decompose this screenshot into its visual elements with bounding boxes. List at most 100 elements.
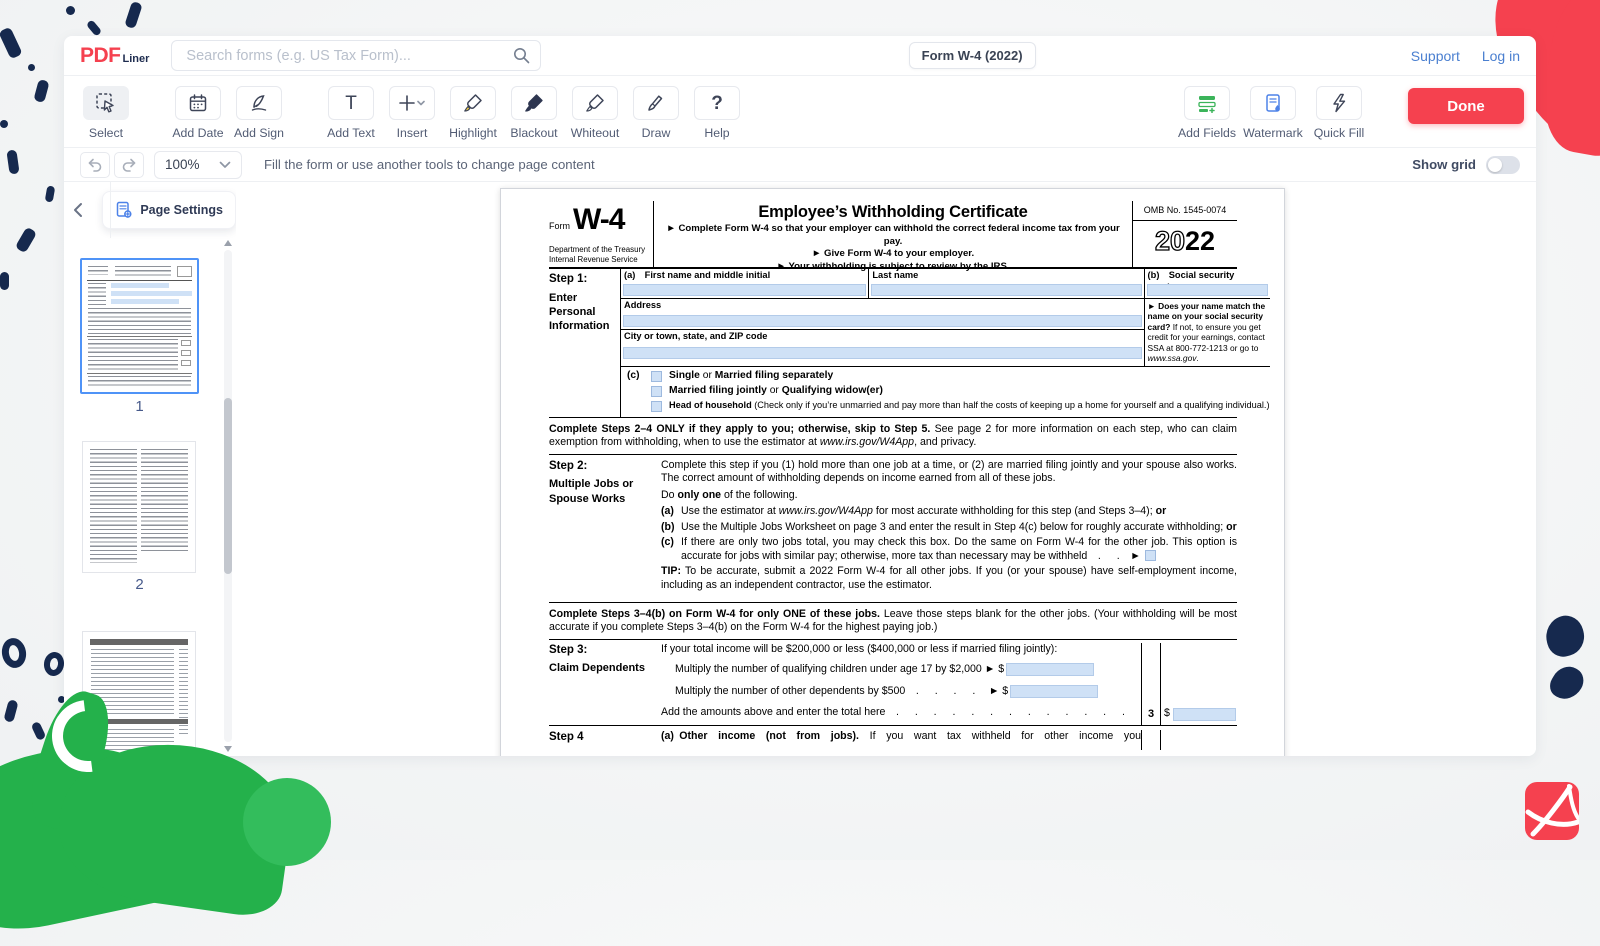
sidebar-scrollbar-thumb[interactable]	[224, 398, 232, 574]
zoom-level-select[interactable]: 100%	[154, 151, 242, 179]
chevron-left-icon	[73, 202, 83, 218]
zoom-level-value: 100%	[165, 157, 200, 172]
two-jobs-checkbox[interactable]	[1145, 550, 1156, 561]
page-thumbnail-2[interactable]	[82, 441, 196, 573]
tool-insert[interactable]: Insert	[386, 86, 438, 140]
chevron-down-icon	[418, 102, 424, 105]
tool-watermark[interactable]: Watermark	[1240, 86, 1306, 140]
city-state-zip-label: City or town, state, and ZIP code	[624, 331, 1141, 343]
dept-line-1: Department of the Treasury	[549, 245, 653, 255]
document-title-badge: Form W-4 (2022)	[909, 42, 1036, 69]
redo-button[interactable]	[114, 152, 144, 178]
step1-sublabel: Enter Personal Information	[549, 291, 618, 334]
last-name-label: Last name	[872, 270, 1140, 282]
undo-button[interactable]	[80, 152, 110, 178]
page-settings-icon	[115, 201, 133, 219]
tool-add-sign[interactable]: Add Sign	[233, 86, 285, 140]
form-instruction-2: ► Give Form W-4 to your employer.	[659, 248, 1127, 260]
city-state-zip-field[interactable]	[623, 347, 1142, 359]
search-bar[interactable]	[171, 40, 541, 71]
calendar-icon	[188, 93, 208, 113]
tool-quick-fill[interactable]: Quick Fill	[1306, 86, 1372, 140]
logo-pdf-text: PDF	[80, 44, 121, 68]
step2c-text: If there are only two jobs total, you ma…	[681, 536, 1237, 563]
signature-pen-icon	[249, 93, 269, 113]
step3-dollar-sign: $	[1164, 707, 1170, 721]
steps-2-4-note: Complete Steps 2–4 ONLY if they apply to…	[549, 423, 1237, 450]
redo-icon	[121, 158, 137, 172]
search-icon[interactable]	[513, 47, 530, 64]
page-number-1: 1	[80, 398, 199, 415]
step3-row-number: 3	[1141, 643, 1161, 725]
tool-add-text[interactable]: T Add Text	[325, 86, 377, 140]
step3-sublabel: Claim Dependents	[549, 661, 661, 675]
qualifying-children-amount-field[interactable]	[1006, 663, 1094, 676]
text-icon: T	[345, 94, 357, 113]
step3-label: Step 3:	[549, 643, 661, 658]
blackout-brush-icon	[524, 93, 544, 113]
step2-sublabel: Multiple Jobs or Spouse Works	[549, 477, 661, 506]
tool-select[interactable]: Select	[80, 86, 132, 140]
form-title: Employee’s Withholding Certificate	[659, 202, 1127, 223]
tool-add-date[interactable]: Add Date	[172, 86, 224, 140]
last-name-field[interactable]	[871, 284, 1141, 296]
step4-label: Step 4	[549, 730, 661, 750]
dept-line-2: Internal Revenue Service	[549, 255, 653, 265]
header-center: Form W-4 (2022)	[541, 42, 1402, 69]
highlight-brush-icon	[463, 93, 483, 113]
form-year: 2022	[1133, 224, 1237, 259]
collapse-sidebar-button[interactable]	[64, 182, 92, 238]
support-link[interactable]: Support	[1411, 48, 1460, 64]
toolbar: Select Add Date	[64, 76, 1536, 148]
step1-label: Step 1:	[549, 272, 618, 287]
scroll-up-arrow[interactable]	[224, 240, 232, 246]
married-jointly-checkbox[interactable]	[651, 386, 662, 397]
head-of-household-option: Head of household (Check only if you’re …	[669, 400, 1270, 412]
form-instruction-1: ► Complete Form W-4 so that your employe…	[659, 223, 1127, 248]
step3-section: Step 3: Claim Dependents If your total i…	[549, 639, 1237, 726]
total-dependents-amount-field[interactable]	[1173, 708, 1236, 721]
quick-fill-lightning-icon	[1330, 93, 1348, 113]
ssn-field[interactable]	[1147, 284, 1268, 296]
step1-section: Step 1: Enter Personal Information (a) F…	[549, 267, 1237, 418]
step2c-marker: (c)	[661, 536, 681, 563]
tool-draw[interactable]: Draw	[630, 86, 682, 140]
logo-liner-text: Liner	[123, 53, 150, 65]
select-icon	[95, 92, 117, 114]
scroll-down-arrow[interactable]	[224, 746, 232, 752]
thumbnail-preview	[87, 265, 192, 387]
tool-help[interactable]: ? Help	[691, 86, 743, 140]
pages-sidebar: Page Settings	[64, 182, 236, 756]
chevron-down-icon	[219, 161, 231, 169]
step4a-text: (a) Other income (not from jobs). If you…	[661, 730, 1141, 750]
head-of-household-checkbox[interactable]	[651, 401, 662, 412]
first-name-field[interactable]	[623, 284, 866, 296]
single-filing-checkbox[interactable]	[651, 371, 662, 382]
thumbnail-preview	[88, 447, 190, 567]
tool-blackout[interactable]: Blackout	[508, 86, 560, 140]
pdf-logo-icon	[1525, 782, 1579, 840]
step1c-label: (c)	[627, 369, 651, 414]
first-name-label: (a) First name and middle initial	[624, 270, 865, 282]
form-header: FormW-4 Department of the Treasury Inter…	[549, 201, 1237, 267]
login-link[interactable]: Log in	[1482, 48, 1520, 64]
search-input[interactable]	[184, 47, 513, 65]
tool-whiteout[interactable]: Whiteout	[569, 86, 621, 140]
other-dependents-amount-field[interactable]	[1010, 685, 1098, 698]
done-button[interactable]: Done	[1408, 88, 1524, 124]
form-name: W-4	[573, 203, 624, 236]
whiteout-brush-icon	[585, 93, 605, 113]
page-thumbnail-1[interactable]	[80, 258, 199, 394]
step4-section: Step 4 (a) Other income (not from jobs).…	[549, 726, 1237, 750]
page-settings-button[interactable]: Page Settings	[102, 191, 236, 229]
pdfliner-logo[interactable]: PDF Liner	[80, 44, 149, 68]
tool-highlight[interactable]: Highlight	[447, 86, 499, 140]
address-field[interactable]	[623, 315, 1142, 327]
married-jointly-option: Married filing jointly or Qualifying wid…	[669, 384, 883, 397]
step2a-marker: (a)	[661, 505, 681, 519]
step2-tip: TIP: To be accurate, submit a 2022 Form …	[661, 565, 1237, 592]
show-grid-toggle[interactable]	[1486, 156, 1520, 174]
w4-form-page: FormW-4 Department of the Treasury Inter…	[500, 188, 1285, 756]
draw-pen-icon	[646, 93, 666, 113]
tool-add-fields[interactable]: Add Fields	[1174, 86, 1240, 140]
